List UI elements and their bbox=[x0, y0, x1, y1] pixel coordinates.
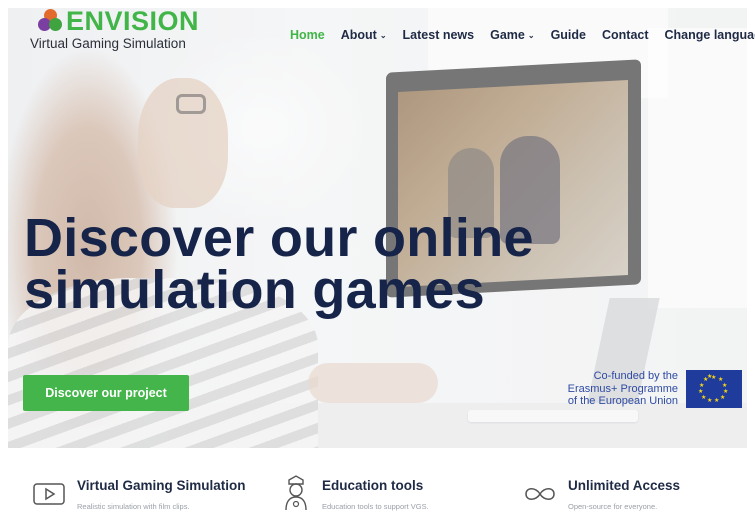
feature-desc: Open-source for everyone. bbox=[568, 502, 658, 511]
nav-contact[interactable]: Contact bbox=[602, 28, 649, 42]
nav-contact-label: Contact bbox=[601, 28, 649, 42]
feature-virtual-gaming[interactable]: Virtual Gaming Simulation Realistic simu… bbox=[32, 462, 262, 522]
discover-project-button[interactable]: Discover our project bbox=[23, 375, 189, 411]
nav-guide[interactable]: Guide bbox=[551, 28, 586, 42]
feature-title: Virtual Gaming Simulation bbox=[77, 478, 246, 493]
nav-change-language[interactable]: Change language bbox=[665, 28, 755, 42]
site-logo[interactable]: ENVISION Virtual Gaming Simulation bbox=[30, 6, 210, 56]
hero-headline-line2: simulation games bbox=[24, 260, 485, 320]
eu-text-line1: Co-funded by the bbox=[593, 370, 678, 382]
logo-wordmark: ENVISION bbox=[66, 6, 200, 36]
hero-headline-line1: Discover our online bbox=[24, 208, 534, 268]
chevron-down-icon: ⌄ bbox=[527, 30, 535, 40]
infinity-icon bbox=[522, 482, 558, 506]
nav-change-language-label: Change language bbox=[664, 28, 755, 42]
main-nav: Home About ⌄ Latest news Game ⌄ Guide Cont… bbox=[290, 28, 755, 42]
nav-game-label: Game bbox=[490, 28, 525, 42]
eu-flag-icon: ★ ★ ★ ★ ★ ★ ★ ★ ★ ★ ★ ★ bbox=[686, 370, 742, 408]
nav-home[interactable]: Home bbox=[290, 28, 325, 42]
chevron-down-icon: ⌄ bbox=[379, 30, 387, 40]
feature-title: Unlimited Access bbox=[568, 478, 681, 493]
eu-text-line3: of the European Union bbox=[567, 395, 678, 407]
nav-game[interactable]: Game ⌄ bbox=[490, 28, 534, 42]
play-icon bbox=[32, 482, 68, 506]
features-row: Virtual Gaming Simulation Realistic simu… bbox=[0, 462, 755, 532]
eu-cofunding-text: Co-funded by the Erasmus+ Programme of t… bbox=[540, 370, 678, 408]
nav-about-label: About bbox=[340, 28, 377, 42]
logo-tagline: Virtual Gaming Simulation bbox=[30, 36, 186, 51]
nav-latest-news-label: Latest news bbox=[402, 28, 475, 42]
feature-title: Education tools bbox=[322, 478, 424, 493]
nav-home-label: Home bbox=[290, 28, 325, 42]
feature-education-tools[interactable]: Education tools Education tools to suppo… bbox=[282, 462, 502, 522]
nav-guide-label: Guide bbox=[550, 28, 586, 42]
feature-unlimited-access[interactable]: Unlimited Access Open-source for everyon… bbox=[522, 462, 742, 522]
eu-text-line2: Erasmus+ Programme bbox=[567, 382, 678, 395]
nav-about[interactable]: About ⌄ bbox=[341, 28, 387, 42]
feature-desc: Education tools to support VGS. bbox=[322, 502, 429, 511]
hero-headline: Discover our online simulation games bbox=[24, 208, 534, 320]
feature-desc: Realistic simulation with film clips. bbox=[77, 502, 190, 511]
logo-circles-icon bbox=[38, 9, 64, 33]
nurse-icon bbox=[282, 472, 318, 512]
nav-latest-news[interactable]: Latest news bbox=[403, 28, 475, 42]
